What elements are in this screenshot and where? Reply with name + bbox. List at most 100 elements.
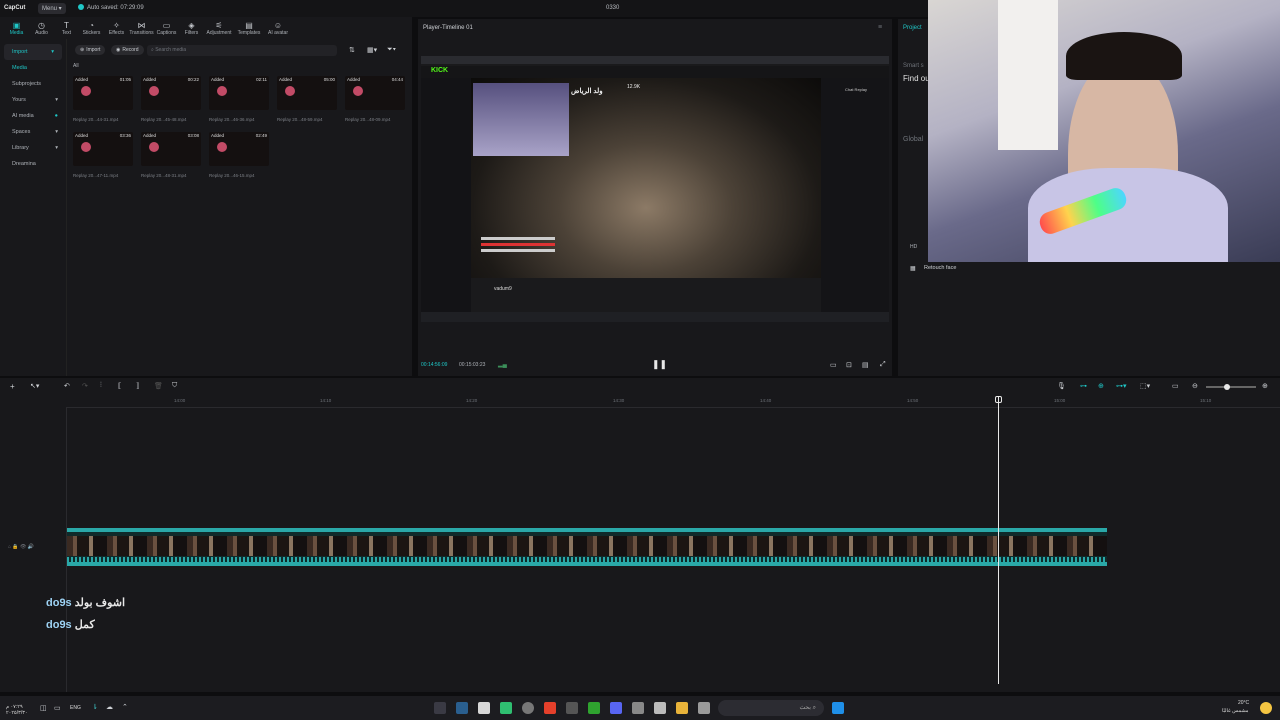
captions-icon: ▭ [162, 20, 171, 30]
ruler-tick: 15:00 [1054, 398, 1066, 403]
media-clip-1[interactable]: Added 01:05 [73, 76, 133, 110]
calendar-icon[interactable] [654, 702, 666, 714]
caption-icon[interactable]: ▭ [1172, 382, 1179, 390]
xbox-icon[interactable] [588, 702, 600, 714]
search-icon: ⌕ [151, 47, 154, 53]
clock-date: ٢٠٢٥/٣/٣٠ [6, 710, 28, 716]
search-input[interactable]: ⌕ Search media [147, 45, 337, 56]
delete-icon[interactable]: 🗑 [154, 382, 163, 390]
chevron-up-icon[interactable]: ⌃ [122, 703, 128, 711]
media-clip-2[interactable]: Added 00:22 [141, 76, 201, 110]
tool-captions[interactable]: ▭ Captions [154, 21, 179, 36]
smart-label: Smart s [903, 63, 924, 69]
retouch-face-option[interactable]: Retouch face [924, 265, 956, 271]
sidebar-item-spaces[interactable]: Spaces ▾ [0, 124, 66, 140]
sort-icon[interactable]: ⇅ [349, 46, 355, 54]
network-icon[interactable]: ⇂ [92, 703, 98, 711]
sidebar-item-yours[interactable]: Yours ▾ [0, 92, 66, 108]
more-icon[interactable]: ≡ [878, 24, 882, 31]
sidebar-item-library[interactable]: Library ▾ [0, 140, 66, 156]
ratio-icon[interactable]: ▭ [830, 361, 837, 369]
gear-icon[interactable] [632, 702, 644, 714]
app-icon[interactable] [566, 702, 578, 714]
snap-icon[interactable]: ⊶▾ [1116, 382, 1127, 390]
tool-templates[interactable]: ▤ Templates [234, 21, 264, 36]
pause-button[interactable]: ❚❚ [652, 359, 667, 370]
tool-transitions[interactable]: ⋈ Transitions [129, 21, 154, 36]
tool-stickers[interactable]: ◔ Stickers [79, 21, 104, 36]
steam-icon[interactable] [456, 702, 468, 714]
playhead[interactable] [998, 396, 999, 684]
tool-audio[interactable]: ◷ Audio [29, 21, 54, 36]
undo-icon[interactable]: ↶ [64, 382, 70, 390]
link-icon[interactable]: ⊶ [1080, 382, 1087, 390]
mic-icon[interactable]: 🎙 [1057, 382, 1066, 390]
facecam-overlay [473, 83, 569, 156]
tool-effects[interactable]: ✧ Effects [104, 21, 129, 36]
sidebar-item-import[interactable]: Import ▾ [4, 44, 62, 60]
redo-icon[interactable]: ↷ [82, 382, 88, 390]
sidebar-item-subprojects[interactable]: Subprojects [0, 76, 66, 92]
quality-icon[interactable]: ▤ [862, 361, 869, 369]
sticker-icon: ◔ [89, 20, 94, 30]
weather-sun-icon [1260, 702, 1272, 714]
media-clip-4[interactable]: Added 05:00 [277, 76, 337, 110]
filter-icon[interactable]: ⏷▾ [387, 46, 396, 54]
clip-name: Replay 20...47-11.mp4 [73, 173, 119, 178]
tool-adjustment[interactable]: ⚟ Adjustment [204, 21, 234, 36]
media-clip-6[interactable]: Added 03:36 [73, 132, 133, 166]
tab-project[interactable]: Project [903, 25, 922, 31]
notification-icon[interactable]: ◫ [40, 704, 47, 712]
media-clip-3[interactable]: Added 02:11 [209, 76, 269, 110]
tool-ai-avatar[interactable]: ☺ AI avatar [264, 21, 292, 36]
display-icon[interactable]: ▭ [54, 704, 61, 712]
player-title: Player-Timeline 01 [423, 25, 473, 31]
settings-icon[interactable] [522, 702, 534, 714]
magnet-icon[interactable]: ⊕ [1098, 382, 1104, 390]
media-clip-7[interactable]: Added 03:08 [141, 132, 201, 166]
preview-axis-icon[interactable]: ⬚▾ [1140, 382, 1150, 390]
media-clip-8[interactable]: Added 02:49 [209, 132, 269, 166]
sidebar-item-ai-media[interactable]: AI media ● [0, 108, 66, 124]
menu-button[interactable]: Menu ▾ [38, 3, 66, 14]
language-indicator[interactable]: ENG [70, 705, 81, 711]
record-button[interactable]: ◉ Record [111, 45, 144, 55]
media-clip-5[interactable]: Added 04:44 [345, 76, 405, 110]
playhead-handle[interactable] [995, 396, 1002, 403]
taskbar-search[interactable]: بحث ⌕ [718, 700, 824, 716]
tool-filters[interactable]: ◈ Filters [179, 21, 204, 36]
zoom-out-icon[interactable]: ⊖ [1192, 382, 1198, 390]
shield-icon[interactable]: ⛉ [172, 382, 177, 390]
time-ruler[interactable]: 14:00 14:10 14:20 14:30 14:40 14:50 15:0… [66, 396, 1280, 408]
sidebar-item-dreamina[interactable]: Dreamina [0, 156, 66, 172]
brave-icon[interactable] [544, 702, 556, 714]
import-button[interactable]: ⊕ Import [75, 45, 106, 55]
clip-name: Replay 20...46-36.mp4 [209, 117, 255, 122]
sidebar-item-media[interactable]: Media [0, 60, 66, 76]
obs-icon[interactable] [500, 702, 512, 714]
video-preview[interactable]: KICK ولد الرياض 12.9K Chat Replay vadum9 [421, 56, 889, 322]
templates-icon: ▤ [245, 20, 253, 30]
notepad-icon[interactable] [478, 702, 490, 714]
zoom-in-icon[interactable]: ⊕ [1262, 382, 1268, 390]
windows-start-icon[interactable] [832, 702, 844, 714]
zoom-fit-icon[interactable]: ⊡ [846, 361, 852, 369]
trim-right-icon[interactable]: ⟧ [136, 382, 139, 390]
zoom-slider[interactable] [1206, 384, 1256, 390]
cloud-icon[interactable]: ☁ [106, 703, 113, 711]
tool-media[interactable]: ▣ Media [4, 21, 29, 36]
view-grid-icon[interactable]: ▦▾ [367, 46, 377, 54]
trim-left-icon[interactable]: ⟦ [118, 382, 121, 390]
add-track-icon[interactable]: + [10, 382, 15, 391]
chevron-down-icon: ▾ [51, 49, 54, 55]
split-icon[interactable]: ⫶ [100, 382, 102, 390]
capcut-icon[interactable] [434, 702, 446, 714]
discord-icon[interactable] [610, 702, 622, 714]
folder-icon[interactable] [676, 702, 688, 714]
video-clip[interactable] [67, 528, 1107, 566]
select-tool-icon[interactable]: ↖▾ [30, 382, 39, 390]
track-lock-icon[interactable]: ⌂ 🔒 👁 🔊 [8, 544, 34, 550]
fullscreen-icon[interactable]: ⤢ [880, 361, 886, 369]
tool-text[interactable]: T Text [54, 21, 79, 36]
explorer-icon[interactable] [698, 702, 710, 714]
